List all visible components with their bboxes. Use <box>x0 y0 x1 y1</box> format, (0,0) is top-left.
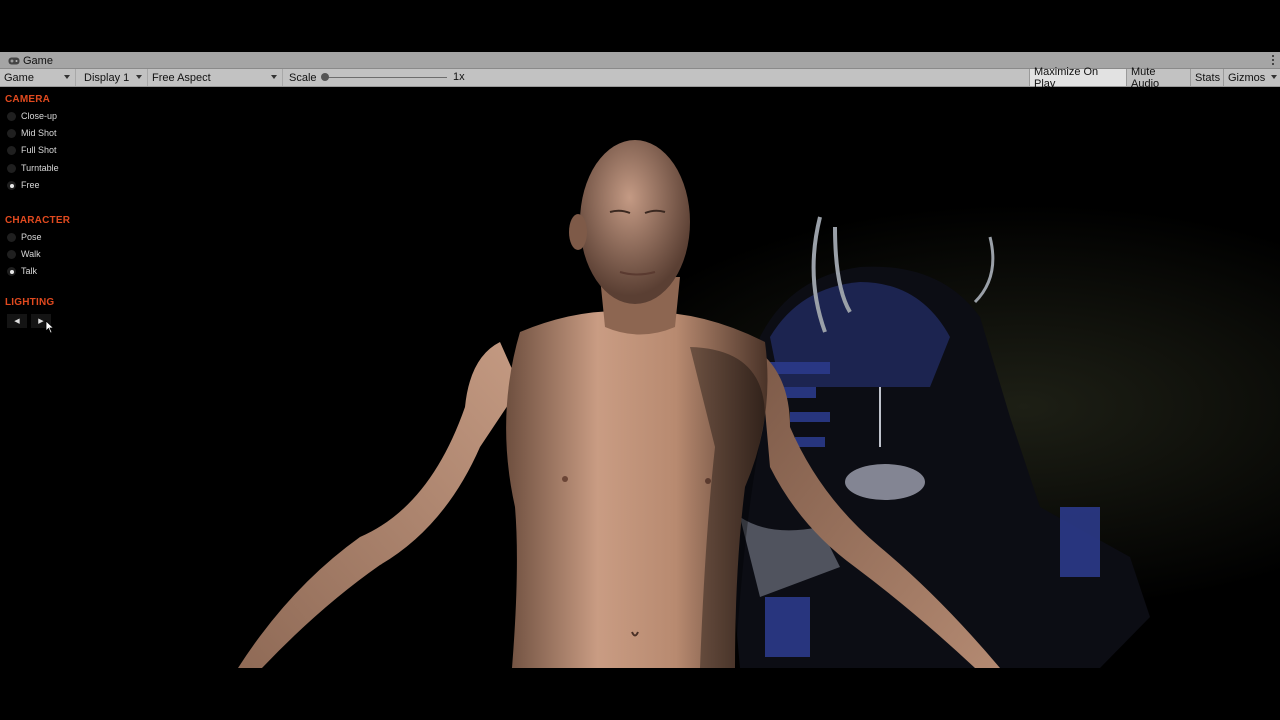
scale-value: 1x <box>453 71 465 83</box>
character-section-title: CHARACTER <box>5 215 71 226</box>
view-select[interactable]: Game <box>0 69 76 86</box>
character-option-talk[interactable]: Talk <box>7 264 37 278</box>
radio-button[interactable] <box>7 232 16 242</box>
mute-audio-button[interactable]: Mute Audio <box>1126 66 1190 90</box>
radio-button[interactable] <box>7 163 16 173</box>
character-option-label: Talk <box>21 266 38 276</box>
scale-label: Scale <box>289 71 317 84</box>
character-option-pose[interactable]: Pose <box>7 230 42 244</box>
camera-option-full-shot[interactable]: Full Shot <box>7 143 57 157</box>
chevron-down-icon[interactable] <box>1271 75 1277 79</box>
arrow-right-icon: ▶ <box>38 318 44 325</box>
camera-option-free[interactable]: Free <box>7 178 40 192</box>
chevron-down-icon <box>136 75 142 79</box>
character-option-walk[interactable]: Walk <box>7 247 41 261</box>
radio-button[interactable] <box>7 128 16 138</box>
tab-game[interactable]: Game <box>4 53 59 68</box>
camera-option-label: Turntable <box>21 163 59 173</box>
game-toolbar: Game Display 1 Free Aspect Scale 1x Maxi… <box>0 66 1280 90</box>
scale-slider-thumb[interactable] <box>321 73 329 81</box>
radio-button-selected[interactable] <box>7 180 16 190</box>
lighting-section-title: LIGHTING <box>5 297 55 308</box>
stats-label: Stats <box>1195 71 1221 84</box>
scale-slider-track[interactable] <box>323 77 447 78</box>
radio-button[interactable] <box>7 111 16 121</box>
gamepad-icon <box>8 57 20 64</box>
character-option-label: Pose <box>21 232 42 242</box>
tab-menu-icon[interactable] <box>1270 53 1276 67</box>
character-option-label: Walk <box>21 249 41 259</box>
camera-option-label: Close-up <box>21 111 58 121</box>
view-select-value: Game <box>4 71 34 84</box>
display-select[interactable]: Display 1 <box>80 69 148 86</box>
camera-option-label: Free <box>21 180 40 190</box>
letterbox-bottom <box>0 668 1280 720</box>
camera-option-label: Full Shot <box>21 145 57 155</box>
radio-button[interactable] <box>7 145 16 155</box>
radio-button-selected[interactable] <box>7 266 16 276</box>
gizmos-button[interactable]: Gizmos <box>1223 69 1280 86</box>
arrow-left-icon: ◀ <box>14 318 20 325</box>
gizmos-label: Gizmos <box>1228 71 1266 84</box>
demo-control-panel: CAMERA Close-up Mid Shot Full Shot Turnt… <box>0 87 200 347</box>
aspect-select-value: Free Aspect <box>152 71 211 84</box>
tab-title: Game <box>23 54 53 67</box>
maximize-on-play-button[interactable]: Maximize On Play <box>1029 66 1126 90</box>
camera-option-close-up[interactable]: Close-up <box>7 109 57 123</box>
chevron-down-icon <box>64 75 70 79</box>
mouse-cursor-icon <box>45 320 55 334</box>
camera-section-title: CAMERA <box>5 94 51 105</box>
display-select-value: Display 1 <box>84 71 130 84</box>
radio-button[interactable] <box>7 249 16 259</box>
aspect-select[interactable]: Free Aspect <box>148 69 283 86</box>
lighting-prev-button[interactable]: ◀ <box>7 314 27 328</box>
camera-option-label: Mid Shot <box>21 128 57 138</box>
scale-control: Scale 1x <box>283 69 468 86</box>
stats-button[interactable]: Stats <box>1190 69 1223 86</box>
maximize-on-play-label: Maximize On Play <box>1034 65 1099 90</box>
letterbox-top <box>0 0 1280 52</box>
camera-option-turntable[interactable]: Turntable <box>7 161 59 175</box>
camera-option-mid-shot[interactable]: Mid Shot <box>7 126 57 140</box>
mute-audio-label: Mute Audio <box>1131 65 1160 90</box>
chevron-down-icon <box>271 75 277 79</box>
